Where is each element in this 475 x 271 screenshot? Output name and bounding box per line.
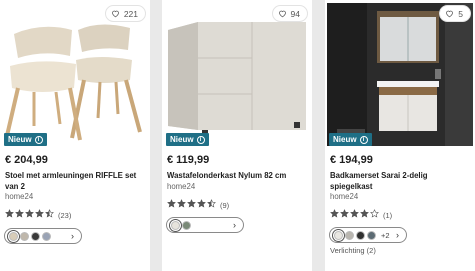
product-title[interactable]: Badkamerset Sarai 2-delig spiegelkast (330, 171, 470, 192)
star-icon (197, 199, 206, 208)
star-icon (350, 209, 359, 218)
color-swatch[interactable] (9, 231, 18, 241)
star-icon (35, 209, 44, 218)
product-image-vanity-cabinet[interactable] (162, 0, 312, 148)
color-swatch[interactable] (31, 231, 40, 241)
star-icon (167, 199, 176, 208)
color-swatch[interactable] (171, 220, 180, 230)
product-price: € 204,99 (5, 154, 48, 166)
review-count: (23) (58, 210, 72, 220)
badge-label: Nieuw (170, 135, 194, 144)
swatch-list (9, 231, 51, 241)
star-icon (25, 209, 34, 218)
star-icon (187, 199, 196, 208)
star-icon (5, 209, 14, 218)
star-icon (330, 209, 339, 218)
star-icon (370, 209, 379, 218)
product-image-chairs[interactable] (0, 0, 150, 148)
info-icon[interactable]: i (34, 135, 43, 144)
chevron-right-icon[interactable]: › (71, 231, 74, 241)
favorite-button[interactable]: 221 (104, 5, 146, 22)
color-swatch[interactable] (345, 230, 354, 240)
product-card[interactable]: 221 Nieuw i € 204,99 Stoel met armleunin… (0, 0, 150, 271)
new-badge: Nieuw i (166, 133, 209, 146)
badge-label: Nieuw (8, 135, 32, 144)
star-icon (340, 209, 349, 218)
star-icons (167, 199, 217, 211)
color-swatches[interactable]: +2 › (329, 227, 407, 243)
star-icons (330, 209, 380, 221)
star-icon (15, 209, 24, 218)
rating-stars: (1) (330, 209, 392, 221)
product-title[interactable]: Wastafelonderkast Nylum 82 cm (167, 171, 307, 182)
heart-outline-icon (111, 10, 119, 18)
star-icons (5, 209, 55, 221)
star-icon (45, 209, 54, 218)
swatch-list (171, 220, 191, 230)
color-swatch[interactable] (334, 230, 343, 240)
color-swatch[interactable] (182, 220, 191, 230)
review-count: (1) (383, 210, 393, 220)
star-icon (177, 199, 186, 208)
product-card[interactable]: 94 Nieuw i € 119,99 Wastafelonderkast Ny… (162, 0, 312, 271)
more-colors-count: +2 (381, 230, 390, 240)
info-icon[interactable]: i (359, 135, 368, 144)
product-price: € 119,99 (167, 154, 210, 166)
favorite-count: 5 (458, 8, 463, 19)
product-brand: home24 (5, 192, 34, 201)
product-image-bathroom-set[interactable] (327, 3, 473, 146)
review-count: (9) (220, 200, 230, 210)
rating-stars: (23) (5, 209, 71, 221)
favorite-count: 94 (290, 8, 300, 19)
color-swatch[interactable] (367, 230, 376, 240)
color-swatch[interactable] (20, 231, 29, 241)
color-swatch[interactable] (42, 231, 51, 241)
info-icon[interactable]: i (196, 135, 205, 144)
favorite-count: 221 (123, 8, 138, 19)
lighting-option[interactable]: Verlichting (2) (330, 246, 376, 255)
product-price: € 194,99 (330, 154, 373, 166)
rating-stars: (9) (167, 199, 229, 211)
favorite-button[interactable]: 94 (271, 5, 308, 22)
product-brand: home24 (167, 182, 196, 191)
chevron-right-icon[interactable]: › (396, 230, 399, 240)
color-swatches[interactable]: › (4, 228, 82, 244)
star-icon (360, 209, 369, 218)
product-card[interactable]: 5 Nieuw i € 194,99 Badkamerset Sarai 2-d… (325, 0, 475, 271)
color-swatch[interactable] (356, 230, 365, 240)
chevron-right-icon[interactable]: › (233, 220, 236, 230)
favorite-button[interactable]: 5 (439, 5, 471, 22)
color-swatches[interactable]: › (166, 217, 244, 233)
heart-outline-icon (278, 10, 286, 18)
swatch-list (334, 230, 376, 240)
badge-label: Nieuw (333, 135, 357, 144)
product-title[interactable]: Stoel met armleuningen RIFFLE set van 2 (5, 171, 145, 192)
new-badge: Nieuw i (329, 133, 372, 146)
star-icon (207, 199, 216, 208)
product-brand: home24 (330, 192, 359, 201)
heart-outline-icon (446, 10, 454, 18)
new-badge: Nieuw i (4, 133, 47, 146)
